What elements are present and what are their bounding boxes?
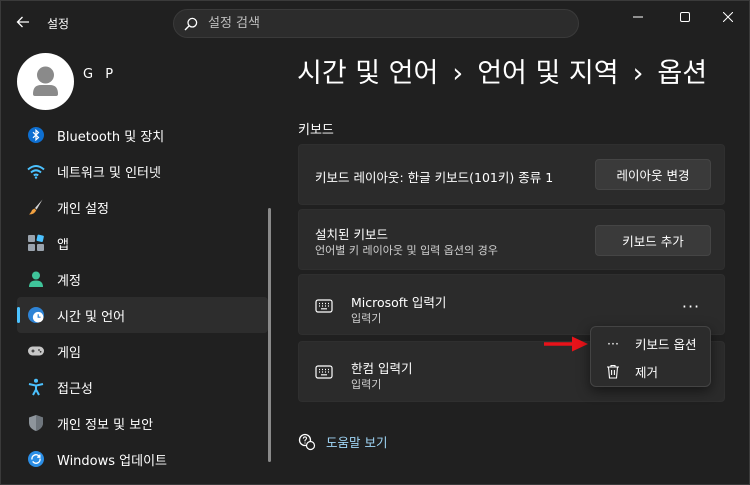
sidebar-item-time-language[interactable]: 시간 및 언어 — [17, 297, 268, 333]
sidebar-item-bluetooth[interactable]: Bluetooth 및 장치 — [17, 117, 268, 153]
sidebar-item-label: 계정 — [57, 273, 81, 289]
update-icon — [27, 450, 45, 468]
sidebar-item-label: Windows 업데이트 — [57, 453, 168, 469]
back-button[interactable] — [9, 9, 37, 35]
time-language-icon — [27, 306, 45, 324]
sidebar-scrollbar[interactable] — [268, 208, 271, 462]
sidebar-item-label: 게임 — [57, 345, 81, 361]
red-arrow-icon — [544, 336, 588, 352]
search-icon — [184, 17, 198, 30]
title-bar: 설정 — [1, 1, 749, 43]
sidebar-item-accessibility[interactable]: 접근성 — [17, 369, 268, 405]
installed-keyboards-subtitle: 언어별 키 레이아웃 및 입력 옵션의 경우 — [315, 244, 498, 257]
close-button[interactable] — [705, 1, 749, 33]
help-link-label: 도움말 보기 — [326, 435, 388, 450]
sidebar-item-apps[interactable]: 앱 — [17, 225, 268, 261]
context-menu: ··· 키보드 옵션 제거 — [590, 326, 711, 387]
sidebar-item-windows-update[interactable]: Windows 업데이트 — [17, 441, 268, 477]
sidebar-item-label: 앱 — [57, 237, 69, 253]
keyboard-type: 입력기 — [351, 312, 382, 325]
bluetooth-icon — [27, 126, 45, 144]
sidebar-item-label: 개인 설정 — [57, 201, 109, 217]
account-icon — [27, 270, 45, 288]
minimize-icon — [633, 16, 643, 18]
change-layout-button[interactable]: 레이아웃 변경 — [595, 159, 711, 190]
search-input[interactable] — [208, 16, 538, 31]
menu-item-keyboard-options[interactable]: ··· 키보드 옵션 — [595, 330, 707, 356]
installed-keyboards-card: 설치된 키보드 언어별 키 레이아웃 및 입력 옵션의 경우 키보드 추가 — [298, 209, 725, 270]
breadcrumb-language-region[interactable]: 언어 및 지역 — [477, 58, 618, 89]
sidebar-item-label: 시간 및 언어 — [57, 309, 126, 325]
sidebar-nav: Bluetooth 및 장치 네트워크 및 인터넷 개인 설정 앱 계정 시간 … — [17, 117, 268, 477]
keyboard-name: Microsoft 입력기 — [351, 295, 447, 310]
shield-icon — [27, 414, 45, 432]
sidebar-item-label: Bluetooth 및 장치 — [57, 129, 165, 145]
help-icon — [298, 433, 316, 450]
wifi-icon — [27, 162, 45, 180]
search-box[interactable] — [173, 9, 579, 38]
settings-window: 설정 G P — [0, 0, 750, 485]
sidebar-item-privacy[interactable]: 개인 정보 및 보안 — [17, 405, 268, 441]
menu-item-label: 제거 — [635, 364, 659, 380]
close-icon — [723, 12, 733, 22]
help-link[interactable]: 도움말 보기 — [298, 432, 387, 451]
section-title-keyboard: 키보드 — [298, 123, 334, 138]
sidebar-item-label: 접근성 — [57, 381, 93, 397]
page-title: 옵션 — [657, 58, 708, 89]
user-avatar-icon — [33, 66, 58, 96]
trash-icon — [605, 364, 621, 379]
breadcrumb-separator: › — [452, 58, 464, 89]
app-title: 설정 — [47, 17, 70, 31]
sidebar-item-network[interactable]: 네트워크 및 인터넷 — [17, 153, 268, 189]
menu-item-remove[interactable]: 제거 — [595, 358, 707, 384]
keyboard-type: 입력기 — [351, 378, 382, 391]
gamepad-icon — [27, 342, 45, 360]
maximize-icon — [680, 12, 690, 22]
avatar[interactable] — [17, 53, 74, 110]
keyboard-layout-label: 키보드 레이아웃: 한글 키보드(101키) 종류 1 — [315, 170, 554, 185]
user-name: G P — [83, 67, 118, 82]
accessibility-icon — [27, 378, 45, 396]
maximize-button[interactable] — [662, 1, 708, 33]
sidebar-item-gaming[interactable]: 게임 — [17, 333, 268, 369]
more-options-button[interactable]: ··· — [676, 295, 706, 317]
menu-item-label: 키보드 옵션 — [635, 336, 697, 352]
sidebar-item-label: 개인 정보 및 보안 — [57, 417, 154, 433]
keyboard-icon — [315, 365, 333, 379]
brush-icon — [27, 198, 45, 216]
apps-icon — [27, 234, 45, 252]
minimize-button[interactable] — [615, 1, 661, 33]
sidebar-item-label: 네트워크 및 인터넷 — [57, 165, 161, 181]
sidebar-item-personalization[interactable]: 개인 설정 — [17, 189, 268, 225]
back-arrow-icon — [16, 16, 29, 28]
sidebar-item-accounts[interactable]: 계정 — [17, 261, 268, 297]
keyboard-name: 한컴 입력기 — [351, 361, 413, 376]
breadcrumb-separator: › — [632, 58, 644, 89]
keyboard-layout-card: 키보드 레이아웃: 한글 키보드(101키) 종류 1 레이아웃 변경 — [298, 144, 725, 205]
breadcrumb: 시간 및 언어 › 언어 및 지역 › 옵션 — [297, 51, 707, 90]
add-keyboard-button[interactable]: 키보드 추가 — [595, 225, 711, 256]
installed-keyboards-title: 설치된 키보드 — [315, 227, 388, 242]
keyboard-icon — [315, 299, 333, 313]
breadcrumb-time-language[interactable]: 시간 및 언어 — [297, 58, 438, 89]
more-dots-icon: ··· — [607, 335, 619, 351]
